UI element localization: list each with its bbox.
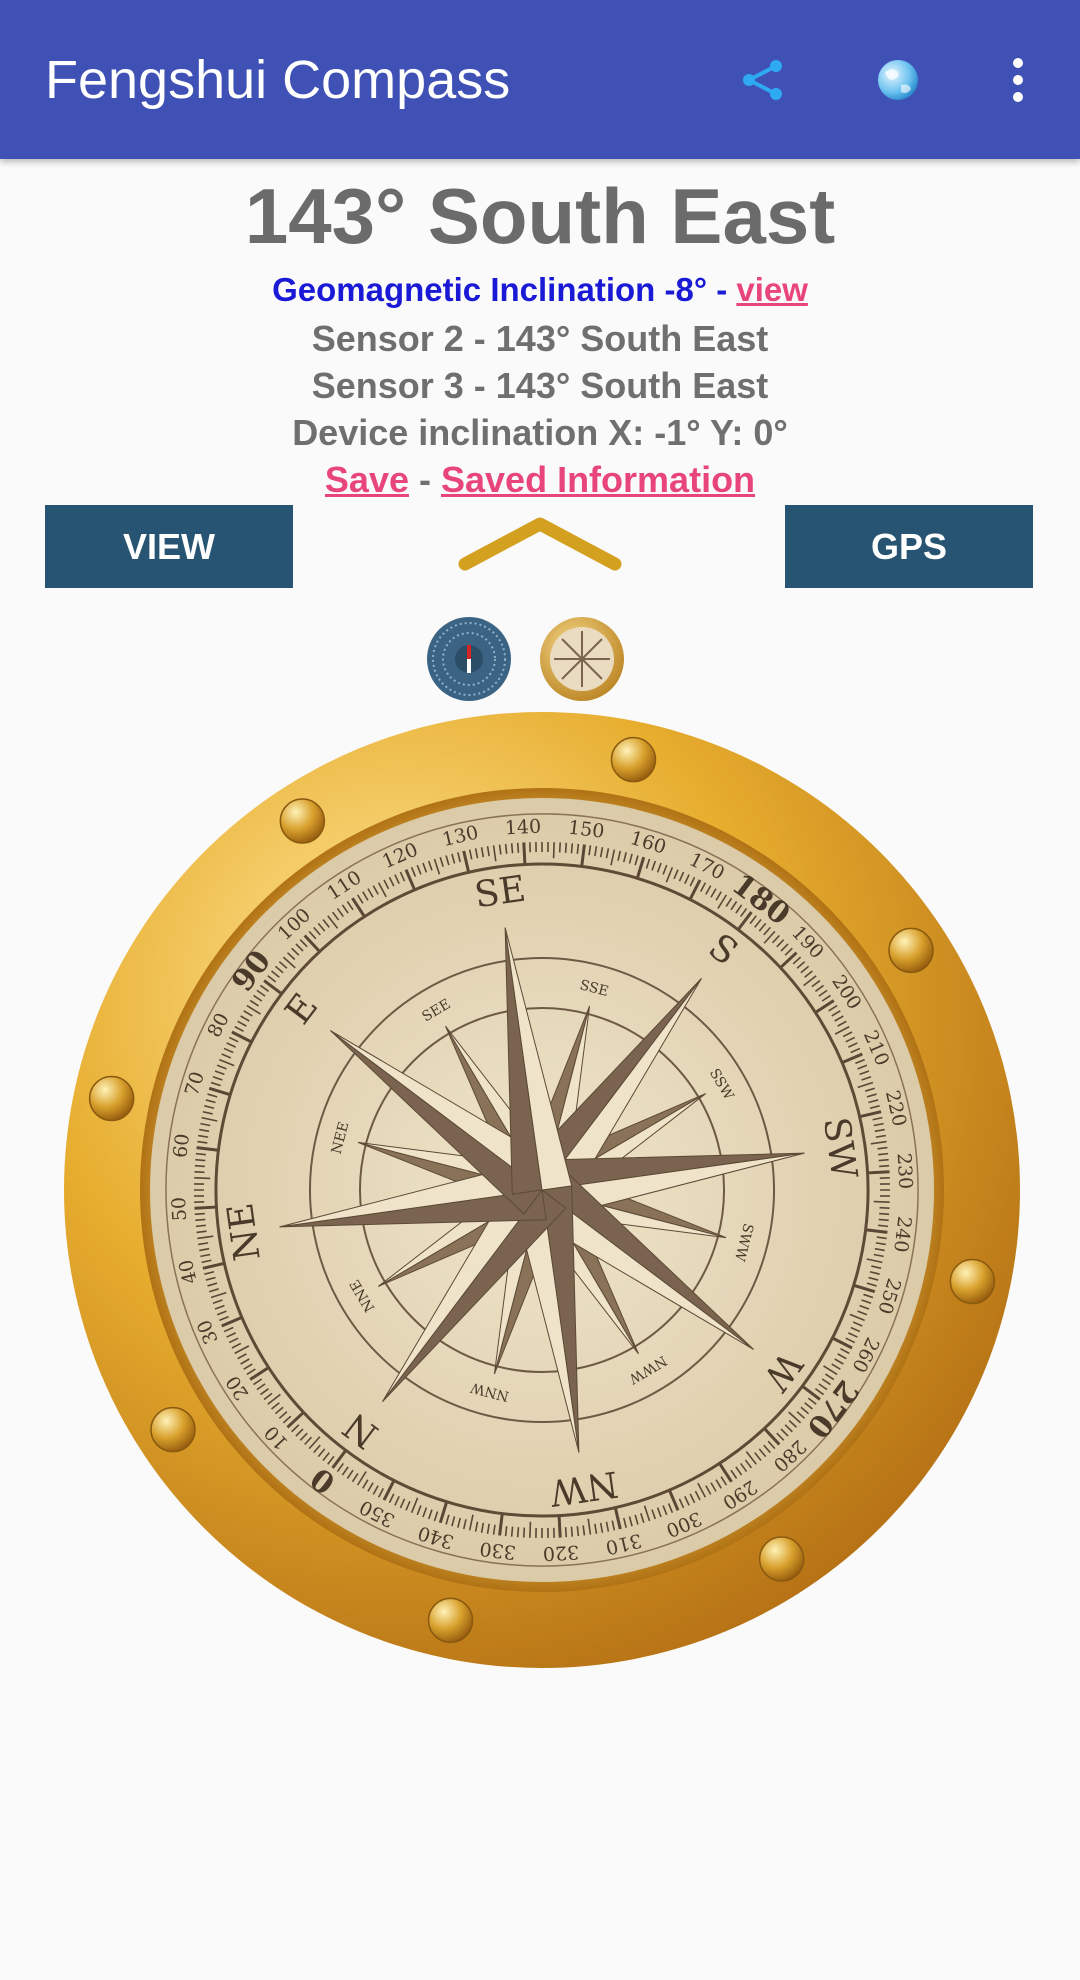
compass-theme-gold-icon[interactable] bbox=[538, 615, 626, 703]
geomagnetic-inclination-text: Geomagnetic Inclination -8° - bbox=[272, 271, 737, 308]
rim-bolt bbox=[758, 1536, 805, 1582]
view-button[interactable]: VIEW bbox=[45, 505, 293, 588]
cardinal-label: SE bbox=[472, 869, 528, 917]
degree-label: 60 bbox=[169, 1132, 194, 1159]
save-link[interactable]: Save bbox=[325, 459, 409, 500]
heading-reading: 143° South East bbox=[244, 172, 836, 260]
rim-bolt bbox=[427, 1597, 474, 1644]
degree-label: 150 bbox=[567, 817, 606, 843]
sensor3-reading: Sensor 3 - 143° South East bbox=[311, 365, 769, 406]
geomagnetic-inclination: Geomagnetic Inclination -8° - view bbox=[0, 267, 1080, 313]
cardinal-label: NE bbox=[220, 1200, 269, 1263]
rim-bolt bbox=[150, 1406, 196, 1453]
degree-label: 230 bbox=[893, 1152, 917, 1189]
sensor2-reading: Sensor 2 - 143° South East bbox=[311, 318, 769, 359]
save-row: Save - Saved Information bbox=[0, 457, 1080, 503]
degree-label: 50 bbox=[168, 1196, 191, 1221]
rim-bolt bbox=[949, 1258, 996, 1305]
compass-dial: 0102030405060708090100110120130 140 150 160… bbox=[64, 712, 1020, 1668]
save-separator: - bbox=[409, 459, 441, 500]
globe-icon bbox=[878, 60, 918, 100]
app-title: Fengshui Compass bbox=[45, 50, 511, 110]
rim-bolt bbox=[279, 798, 326, 844]
share-button[interactable] bbox=[733, 50, 793, 110]
more-vert-icon bbox=[1013, 58, 1023, 102]
degree-label: 330 bbox=[478, 1537, 517, 1563]
gps-button[interactable]: GPS bbox=[785, 505, 1033, 588]
degree-label: 240 bbox=[889, 1215, 915, 1254]
rim-bolt bbox=[888, 927, 934, 974]
cardinal-label: SW bbox=[815, 1115, 864, 1182]
degree-label: 140 bbox=[504, 816, 541, 840]
device-inclination: Device inclination X: -1° Y: 0° bbox=[292, 412, 788, 453]
compass-theme-blue-icon[interactable] bbox=[425, 615, 513, 703]
degree-label: 320 bbox=[542, 1541, 579, 1565]
geomagnetic-view-link[interactable]: view bbox=[736, 271, 808, 308]
share-icon bbox=[743, 60, 782, 100]
globe-button[interactable] bbox=[868, 50, 928, 110]
saved-information-link[interactable]: Saved Information bbox=[441, 459, 755, 500]
app-bar: Fengshui Compass bbox=[0, 0, 1080, 159]
overflow-menu-button[interactable] bbox=[988, 50, 1048, 110]
rim-bolt bbox=[610, 736, 657, 783]
chevron-up-icon[interactable] bbox=[455, 512, 625, 572]
rim-bolt bbox=[88, 1075, 135, 1122]
